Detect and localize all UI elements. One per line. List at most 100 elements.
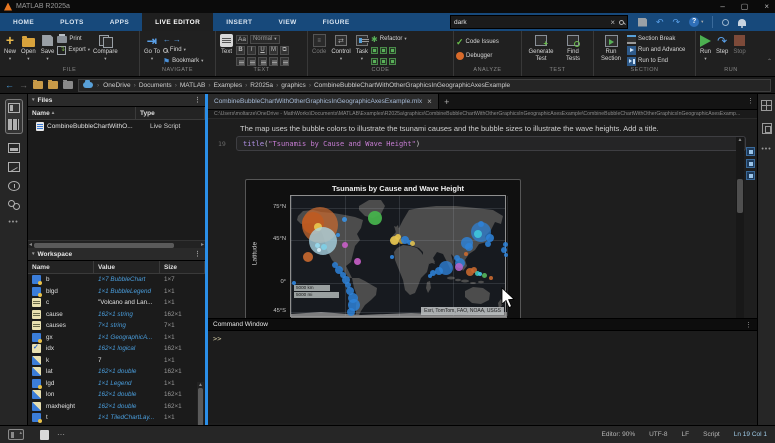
export-button[interactable]: Export▾ — [57, 45, 90, 55]
font-icon[interactable]: Aa — [236, 35, 248, 44]
bookmark-button[interactable]: ⚑Bookmark▾ — [163, 56, 203, 66]
code-tool-icon[interactable] — [389, 47, 396, 54]
panel-menu-icon[interactable]: ⋮ — [194, 96, 201, 104]
ribbon-tab-live-editor[interactable]: LIVE EDITOR — [142, 13, 213, 31]
text-style-dropdown[interactable]: Normal▾ — [250, 35, 280, 44]
status-file-type[interactable]: Script — [703, 431, 720, 438]
code-tool-icon[interactable] — [380, 58, 387, 65]
ribbon-tab-plots[interactable]: PLOTS — [47, 13, 97, 31]
output-export-icon[interactable] — [746, 171, 755, 180]
step-button[interactable]: ↷Step — [714, 33, 730, 56]
close-tab-icon[interactable]: × — [427, 97, 432, 106]
more-panels-icon[interactable]: ••• — [761, 146, 771, 153]
control-button[interactable]: Control▾ — [329, 33, 352, 61]
live-script-document[interactable]: The map uses the bubble colors to illust… — [208, 119, 757, 318]
code-tool-icon[interactable] — [371, 58, 378, 65]
workspace-row[interactable]: gx1×1 GeographicA...1×1 — [28, 332, 205, 344]
command-window[interactable]: >> — [208, 331, 757, 423]
breadcrumb-item[interactable]: R2025a — [250, 82, 273, 89]
code-tool-icon[interactable] — [380, 47, 387, 54]
files-col-name[interactable]: Name▴ — [28, 107, 136, 119]
redo-icon[interactable]: ↷ — [673, 17, 681, 27]
generate-test-button[interactable]: Generate Test — [524, 33, 558, 62]
command-window-header[interactable]: Command Window ⋮ — [208, 318, 757, 331]
open-button[interactable]: Open▾ — [19, 33, 38, 61]
files-panel-icon[interactable] — [8, 103, 20, 113]
document-paragraph[interactable]: The map uses the bubble colors to illust… — [240, 124, 720, 133]
save-icon[interactable] — [638, 18, 647, 27]
new-folder-icon[interactable] — [33, 81, 43, 89]
layout-grid-icon[interactable] — [761, 100, 772, 111]
archive-panel-icon[interactable] — [8, 143, 20, 153]
bulleted-list-icon[interactable] — [236, 57, 245, 66]
plots-panel-icon[interactable] — [8, 162, 20, 172]
community-icon[interactable] — [722, 19, 729, 26]
code-inline-button[interactable]: ⧉ — [280, 46, 289, 55]
scroll-right-icon[interactable]: ▸ — [201, 241, 204, 249]
run-and-advance-button[interactable]: Run and Advance — [627, 45, 685, 55]
breadcrumb-item[interactable]: graphics — [281, 82, 306, 89]
save-button[interactable]: Save▾ — [39, 33, 57, 61]
tab-bar-menu-icon[interactable]: ⋮ — [747, 97, 754, 105]
workspace-col-size[interactable]: Size — [160, 261, 205, 273]
back-arrow-icon[interactable]: ← — [163, 35, 171, 44]
search-input[interactable]: dark — [454, 19, 606, 26]
more-panels-icon[interactable]: ••• — [8, 219, 18, 226]
code-button[interactable]: ≡Code — [310, 33, 328, 56]
status-cursor-position[interactable]: Ln 19 Col 1 — [734, 431, 767, 438]
numbered-list-icon[interactable] — [247, 57, 256, 66]
output-figure-icon[interactable] — [746, 159, 755, 168]
panel-menu-icon[interactable]: ⋮ — [194, 250, 201, 258]
collapse-ribbon-icon[interactable]: ⌃ — [767, 58, 772, 65]
files-horizontal-scrollbar[interactable]: ◂ ▸ — [28, 240, 205, 248]
align-left-icon[interactable] — [258, 57, 267, 66]
workspace-row[interactable]: cause162×1 string162×1 — [28, 309, 205, 321]
scrollbar-thumb[interactable] — [34, 243, 174, 248]
underline-button[interactable]: U — [258, 46, 267, 55]
workspace-row[interactable]: maxheight162×1 double162×1 — [28, 401, 205, 413]
back-arrow-icon[interactable]: ← — [5, 81, 14, 90]
maximize-button[interactable]: ▢ — [741, 0, 749, 13]
monospace-button[interactable]: M — [269, 46, 278, 55]
italic-button[interactable]: I — [247, 46, 256, 55]
documentation-search-box[interactable]: dark × — [450, 15, 628, 29]
notifications-bell-icon[interactable] — [738, 19, 746, 26]
workspace-col-value[interactable]: Value — [94, 261, 160, 273]
scroll-up-icon[interactable]: ▲ — [736, 137, 744, 143]
workspace-row[interactable]: c"Volcano and Lan...1×1 — [28, 297, 205, 309]
figure-output[interactable]: Tsunamis by Cause and Wave Height Latitu… — [245, 179, 521, 318]
ribbon-tab-home[interactable]: HOME — [0, 13, 47, 31]
ribbon-tab-insert[interactable]: INSERT — [213, 13, 265, 31]
status-eol[interactable]: LF — [682, 431, 690, 438]
find-button[interactable]: Find▾ — [163, 45, 203, 55]
task-button[interactable]: Task▾ — [354, 33, 370, 61]
properties-panel-icon[interactable] — [762, 123, 772, 134]
breadcrumb-item[interactable]: Documents — [139, 82, 172, 89]
close-button[interactable]: × — [764, 0, 769, 13]
ribbon-tab-figure[interactable]: FIGURE — [310, 13, 363, 31]
collapse-chevron-icon[interactable]: ▾ — [32, 97, 35, 103]
code-tool-icon[interactable] — [389, 58, 396, 65]
run-section-button[interactable]: Run Section — [596, 33, 626, 62]
code-tool-icon[interactable] — [371, 47, 378, 54]
workspace-row[interactable]: lon162×1 double162×1 — [28, 389, 205, 401]
print-button[interactable]: Print — [57, 34, 90, 44]
find-tests-button[interactable]: Find Tests — [559, 33, 587, 62]
ribbon-tab-view[interactable]: VIEW — [265, 13, 309, 31]
workspace-row[interactable]: t1×1 TiledChartLay...1×1 — [28, 412, 205, 424]
search-icon[interactable] — [619, 20, 624, 25]
status-zoom[interactable]: Editor: 90% — [602, 431, 636, 438]
output-inline-icon[interactable] — [746, 147, 755, 156]
history-panel-icon[interactable] — [8, 181, 20, 191]
forward-arrow-icon[interactable]: → — [19, 81, 28, 90]
open-recent-icon[interactable] — [48, 81, 58, 89]
up-one-level-icon[interactable] — [63, 81, 73, 89]
code-line[interactable]: title("Tsunamis by Cause and Wave Height… — [236, 136, 746, 151]
workspace-row[interactable]: blgd1×1 BubbleLegend1×1 — [28, 286, 205, 298]
workspace-row[interactable]: lat162×1 double162×1 — [28, 366, 205, 378]
workspace-row[interactable]: k71×1 — [28, 355, 205, 367]
breadcrumb-item[interactable]: MATLAB — [180, 82, 206, 89]
bold-button[interactable]: B — [236, 46, 245, 55]
breadcrumb-item[interactable]: CombineBubbleChartWithOtherGraphicsInGeo… — [314, 82, 510, 89]
breadcrumb-item[interactable]: Examples — [214, 82, 243, 89]
